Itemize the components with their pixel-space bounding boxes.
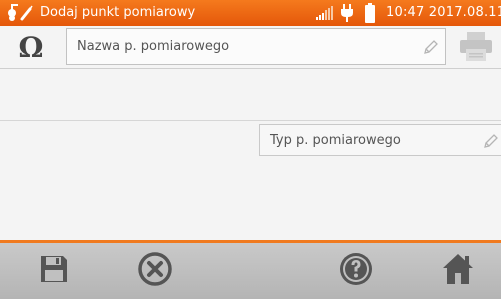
pencil-icon xyxy=(423,39,439,59)
help-icon xyxy=(338,251,374,291)
home-icon xyxy=(441,252,475,290)
resistance-omega-icon[interactable]: Ω xyxy=(6,29,56,65)
divider xyxy=(0,68,501,69)
name-field-placeholder: Nazwa p. pomiarowego xyxy=(77,39,230,54)
cancel-button[interactable] xyxy=(135,251,175,291)
signal-strength-icon xyxy=(316,6,334,24)
clock: 10:47 2017.08.11 xyxy=(386,5,501,20)
divider xyxy=(0,120,501,121)
help-button[interactable] xyxy=(336,253,376,289)
app-title: Dodaj punkt pomiarowy xyxy=(40,5,196,20)
printer-icon[interactable] xyxy=(458,32,494,66)
measurement-probe-icon xyxy=(6,3,34,27)
cancel-icon xyxy=(137,251,173,291)
status-bar: Dodaj punkt pomiarowy 10:47 2017.08.11 xyxy=(0,0,501,26)
name-field[interactable]: Nazwa p. pomiarowego xyxy=(66,28,446,65)
home-button[interactable] xyxy=(438,253,478,289)
type-field-placeholder: Typ p. pomiarowego xyxy=(270,133,401,148)
power-plug-icon xyxy=(340,4,354,26)
bottom-toolbar xyxy=(0,243,501,299)
save-button[interactable] xyxy=(34,253,74,289)
pencil-icon xyxy=(483,133,499,153)
type-field[interactable]: Typ p. pomiarowego xyxy=(259,124,501,156)
name-row: Ω Nazwa p. pomiarowego xyxy=(0,26,501,68)
save-icon xyxy=(39,254,69,288)
battery-icon xyxy=(365,3,375,27)
